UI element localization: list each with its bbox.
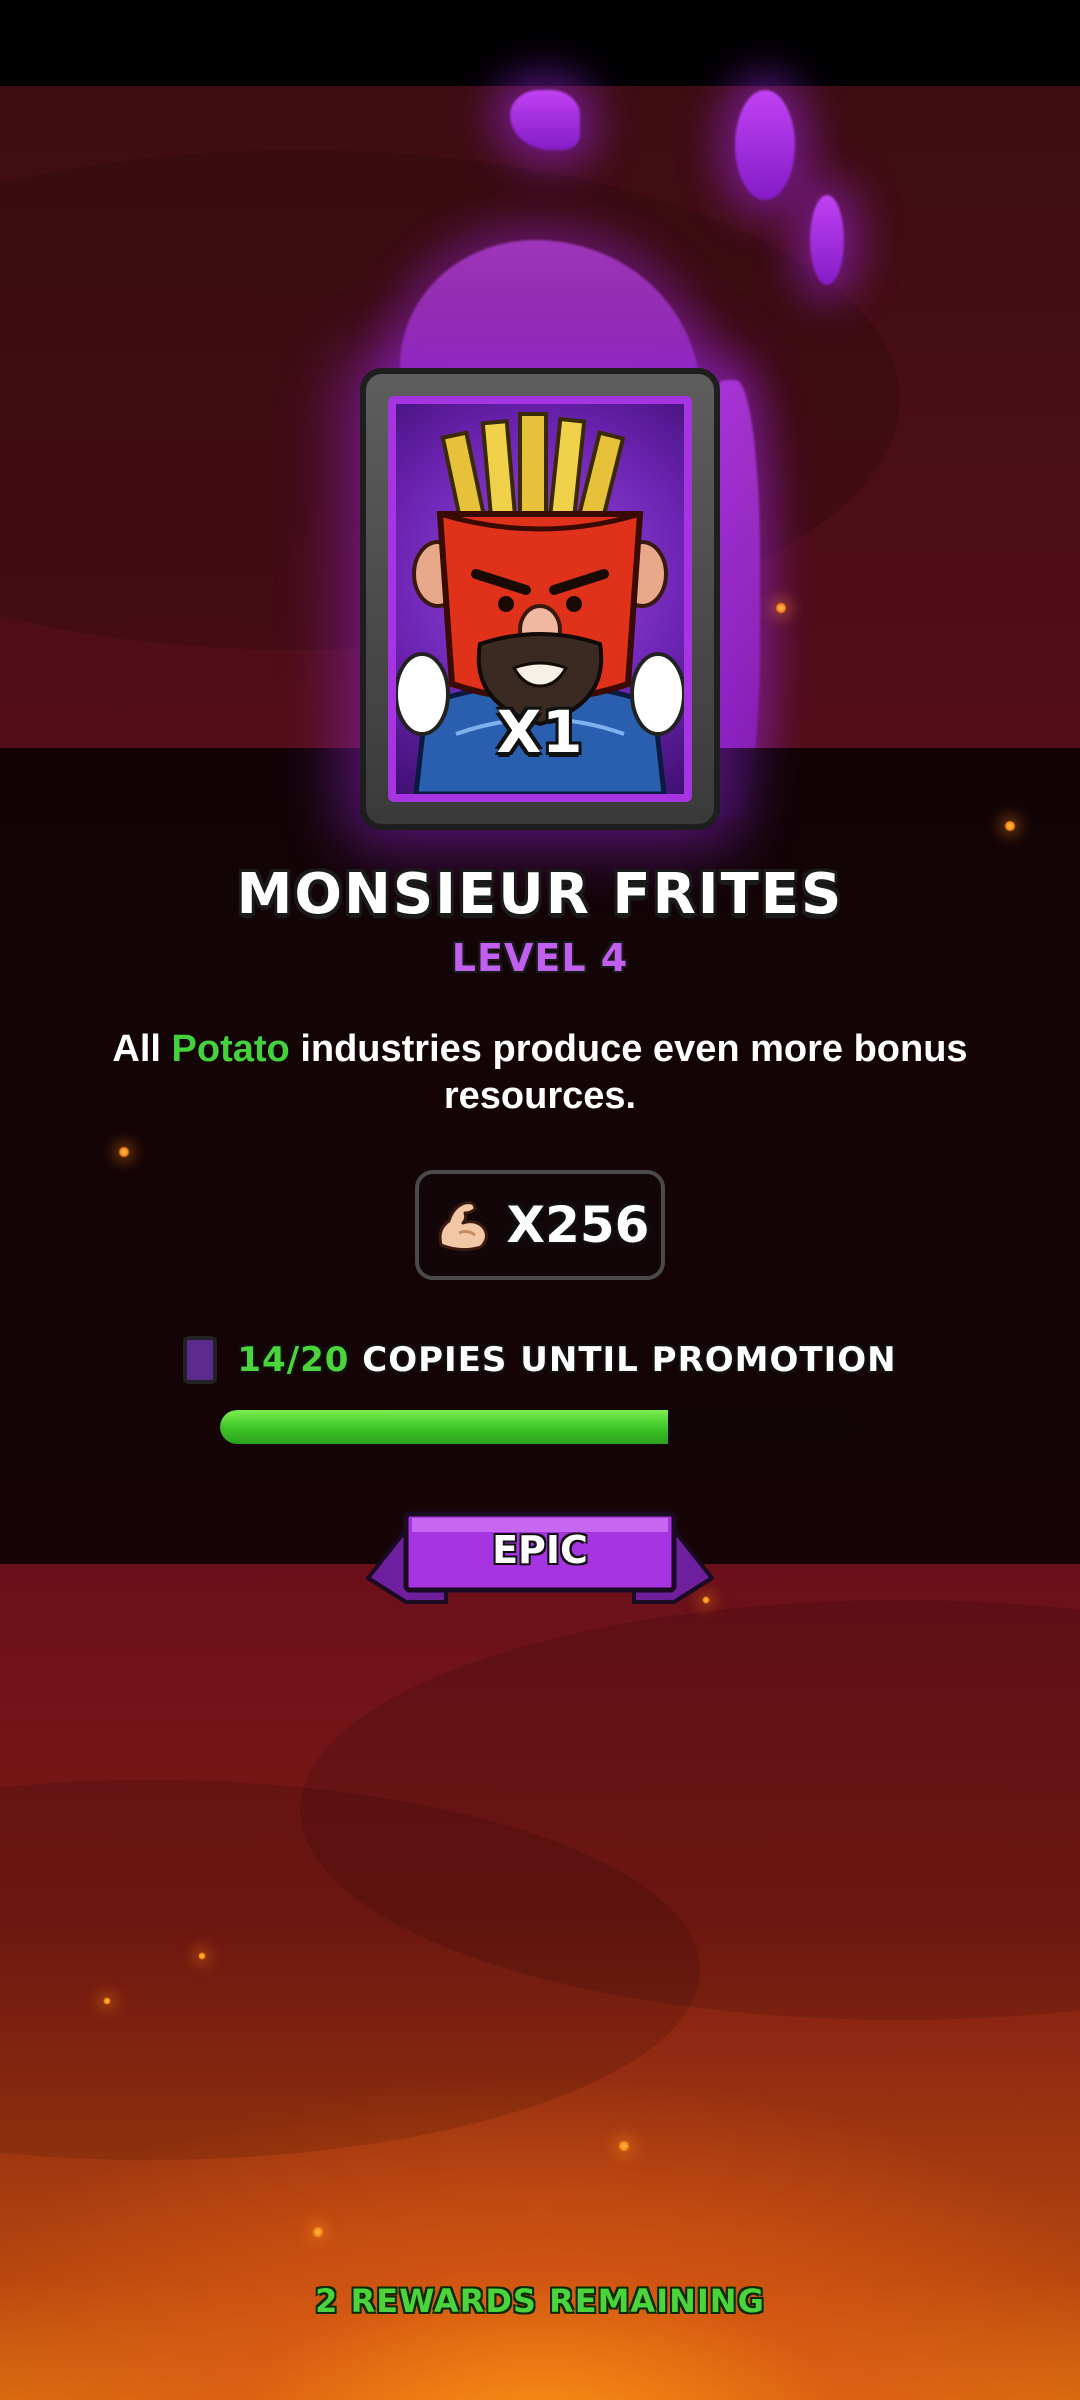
ember-particle (103, 1997, 111, 2005)
aura-flame (510, 90, 580, 150)
hero-name: MONSIEUR FRITES (236, 862, 844, 927)
promotion-progress-fill (220, 1410, 668, 1444)
hero-level: LEVEL 4 (451, 936, 629, 980)
copies-label: COPIES UNTIL PROMOTION (362, 1340, 897, 1380)
power-multiplier: X256 (415, 1170, 665, 1280)
copies-until-promotion: 14/20 COPIES UNTIL PROMOTION (0, 1330, 1080, 1390)
aura-flame (735, 90, 795, 200)
description-prefix: All (112, 1028, 172, 1070)
flexed-bicep-icon (438, 1201, 488, 1252)
rarity-label: EPIC (492, 1528, 588, 1572)
ember-particle (775, 602, 787, 614)
rewards-remaining: 2 REWARDS REMAINING (315, 2282, 765, 2320)
power-value: X256 (506, 1196, 650, 1254)
hero-card-art-frame: X1 (388, 396, 692, 802)
ember-particle (118, 1146, 130, 1158)
ember-particle (312, 2226, 324, 2238)
description-suffix: industries produce even more bonus resou… (289, 1028, 968, 1117)
status-bar (0, 0, 1080, 86)
rarity-ribbon: EPIC (366, 1508, 714, 1610)
description-highlight: Potato (171, 1028, 290, 1070)
card-icon (183, 1336, 218, 1384)
copies-count: 14/20 (237, 1340, 350, 1380)
hero-description: All Potato industries produce even more … (90, 1026, 990, 1120)
hero-card[interactable]: X1 (360, 368, 720, 830)
ember-particle (1004, 820, 1016, 832)
promotion-progress-bar (220, 1410, 860, 1444)
reward-quantity: X1 (496, 698, 584, 766)
aura-flame (810, 195, 844, 285)
ember-particle (198, 1952, 206, 1960)
reward-screen[interactable]: X1 MONSIEUR FRITES LEVEL 4 All Potato in… (0, 0, 1080, 2400)
ember-particle (618, 2140, 630, 2152)
copies-text: 14/20 COPIES UNTIL PROMOTION (237, 1340, 896, 1380)
